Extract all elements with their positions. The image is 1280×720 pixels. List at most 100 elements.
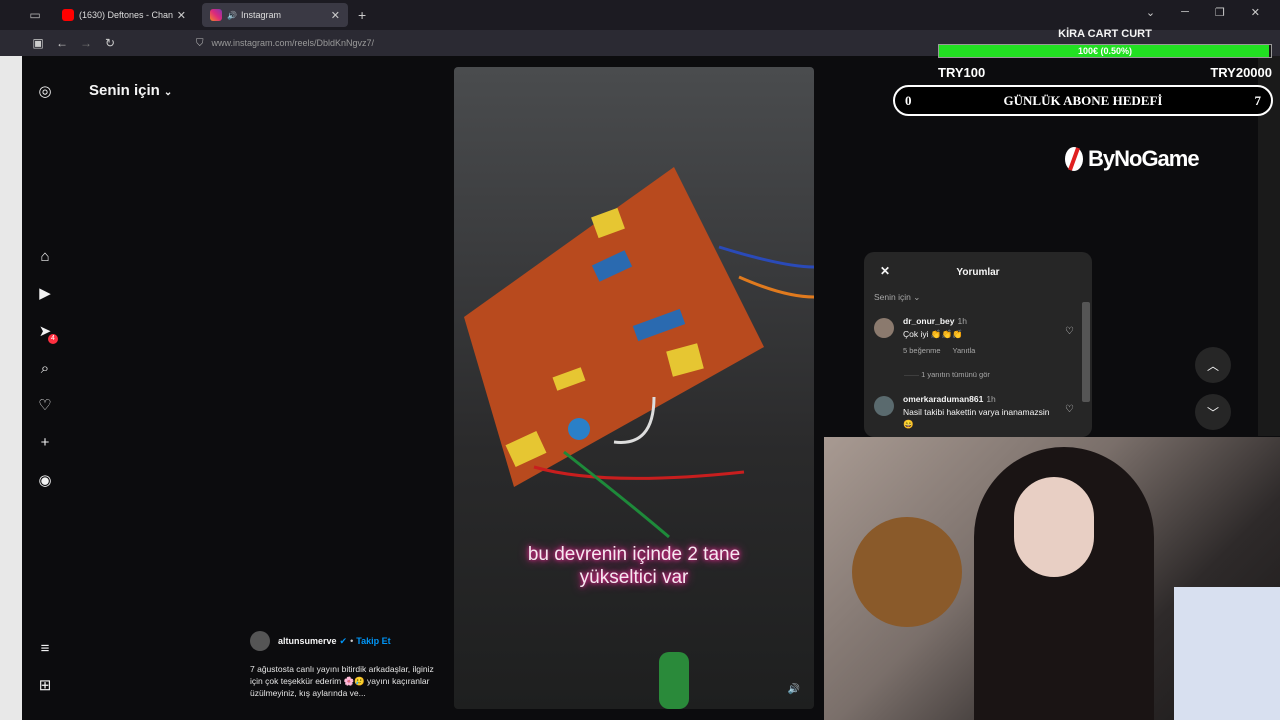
close-icon[interactable]: ✕ xyxy=(880,264,890,278)
tab-title: (1630) Deftones - Change (In Th xyxy=(79,10,173,20)
donation-goal: KİRA CART CURT 100€ (0.50%) TRY100 TRY20… xyxy=(938,28,1272,80)
screen: ▭ (1630) Deftones - Change (In Th ✕ 🔊 In… xyxy=(0,0,1280,720)
commenter-avatar[interactable] xyxy=(874,318,894,338)
reel-video[interactable]: bu devrenin içinde 2 tane yükseltici var… xyxy=(454,67,814,709)
mute-icon[interactable]: 🔊 xyxy=(788,684,800,695)
notification-badge: 4 xyxy=(48,334,58,344)
comment-text: Nasil takibi hakettin varya inanamazsin … xyxy=(903,407,1050,429)
plush-toy xyxy=(852,517,962,627)
url-text: www.instagram.com/reels/DbldKnNgvz7/ xyxy=(211,38,375,48)
back-icon[interactable]: ← xyxy=(50,36,74,50)
feed-selector[interactable]: Senin için ⌄ xyxy=(89,82,172,99)
sub-goal-label: GÜNLÜK ABONE HEDEFİ xyxy=(1003,92,1163,108)
sidebar-toggle-icon[interactable]: ▣ xyxy=(26,36,50,50)
next-reel-button[interactable]: ﹀ xyxy=(1195,394,1231,430)
bynogame-logo-icon xyxy=(1065,147,1083,171)
sub-goal-current: 0 xyxy=(905,92,912,108)
site-info-icon[interactable]: ⛉ xyxy=(196,38,204,49)
verified-icon: ✔ xyxy=(339,635,348,646)
youtube-favicon-icon xyxy=(62,9,74,21)
tab-list-icon[interactable]: ▭ xyxy=(24,4,46,26)
heart-icon[interactable]: ♡ xyxy=(36,396,54,414)
bynogame-logo: ByNoGame xyxy=(1064,146,1200,172)
subscriber-goal: 0 GÜNLÜK ABONE HEDEFİ 7 xyxy=(893,85,1273,116)
chevron-down-icon: ⌄ xyxy=(913,292,921,302)
comment-user[interactable]: dr_onur_bey xyxy=(903,316,955,326)
comment-likes[interactable]: 5 beğenme xyxy=(903,346,941,355)
post-caption[interactable]: 7 ağustosta canlı yayını bitirdik arkada… xyxy=(250,663,435,699)
follow-button[interactable]: Takip Et xyxy=(356,636,390,646)
video-caption-line: bu devrenin içinde 2 tane xyxy=(527,544,741,565)
left-backdrop xyxy=(0,56,22,720)
comments-scrollbar[interactable] xyxy=(1082,302,1090,402)
menu-icon[interactable]: ≡ xyxy=(36,639,54,657)
create-icon[interactable]: + xyxy=(36,433,54,451)
close-window-icon[interactable]: ✕ xyxy=(1251,6,1260,19)
logo-text: ByNoGame xyxy=(1088,146,1200,171)
chevron-up-icon: ︿ xyxy=(1206,358,1219,373)
view-replies-text: 1 yanıtın tümünü gör xyxy=(921,370,990,379)
address-bar[interactable]: ⛉ www.instagram.com/reels/DbldKnNgvz7/ xyxy=(196,33,936,53)
tab-youtube[interactable]: (1630) Deftones - Change (In Th ✕ xyxy=(54,3,194,27)
donation-max: TRY20000 xyxy=(1210,65,1272,80)
webcam-background xyxy=(1174,587,1280,720)
author-name[interactable]: altunsumerve xyxy=(278,636,337,646)
donation-progress-bar: 100€ (0.50%) xyxy=(938,44,1272,58)
forward-icon[interactable]: → xyxy=(74,36,98,50)
comments-panel: ✕ Yorumlar Senin için ⌄ dr_onur_bey 1h Ço… xyxy=(864,252,1092,437)
circuit-board-image xyxy=(464,167,814,709)
comment-item: dr_onur_bey 1h Çok iyi 👏👏👏 5 beğenme Yanıt… xyxy=(864,310,1092,370)
window-controls: ⌄ ─ ❐ ✕ xyxy=(1146,6,1260,19)
home-icon[interactable]: ⌂ xyxy=(36,247,54,265)
commenter-avatar[interactable] xyxy=(874,396,894,416)
webcam-feed xyxy=(824,437,1280,720)
new-tab-icon[interactable]: + xyxy=(358,7,366,23)
tab-overflow-icon[interactable]: ⌄ xyxy=(1146,6,1155,19)
reload-icon[interactable]: ↻ xyxy=(98,36,122,50)
comments-title: Yorumlar xyxy=(956,266,1000,278)
instagram-logo-icon[interactable]: ◎ xyxy=(36,82,54,100)
view-replies-link[interactable]: —— 1 yanıtın tümünü gör xyxy=(864,370,1092,388)
post-author: altunsumerve ✔ • Takip Et xyxy=(250,631,391,651)
like-comment-icon[interactable]: ♡ xyxy=(1065,404,1074,415)
donation-progress-text: 100€ (0.50%) xyxy=(1077,46,1133,56)
instagram-favicon-icon xyxy=(210,9,222,21)
video-caption: bu devrenin içinde 2 tane yükseltici var xyxy=(454,543,814,589)
search-icon[interactable]: ⌕ xyxy=(36,359,54,377)
tab-instagram[interactable]: 🔊 Instagram ✕ xyxy=(202,3,348,27)
feed-title: Senin için xyxy=(89,82,160,99)
minimize-icon[interactable]: ─ xyxy=(1181,6,1189,19)
apps-icon[interactable]: ⊞ xyxy=(36,676,54,694)
reply-line-icon: —— xyxy=(904,370,919,379)
chevron-down-icon: ⌄ xyxy=(163,87,173,98)
sort-label: Senin için xyxy=(874,292,911,302)
like-comment-icon[interactable]: ♡ xyxy=(1065,326,1074,337)
comment-user[interactable]: omerkaraduman861 xyxy=(903,394,983,404)
donation-label: KİRA CART CURT xyxy=(1058,28,1152,40)
donation-min: TRY100 xyxy=(938,65,986,80)
video-caption-line: yükseltici var xyxy=(579,567,689,588)
chevron-down-icon: ﹀ xyxy=(1206,405,1219,420)
close-tab-icon[interactable]: ✕ xyxy=(177,9,186,22)
maximize-icon[interactable]: ❐ xyxy=(1215,6,1225,19)
previous-reel-button[interactable]: ︿ xyxy=(1195,347,1231,383)
comment-item: omerkaraduman861 1h Nasil takibi hakettin… xyxy=(864,388,1092,437)
reels-icon[interactable]: ▶ xyxy=(36,284,54,302)
streamer-face xyxy=(1014,477,1094,577)
comments-sort[interactable]: Senin için ⌄ xyxy=(864,292,1092,310)
sub-goal-target: 7 xyxy=(1254,92,1261,108)
speaker-icon[interactable]: 🔊 xyxy=(227,11,237,20)
messages-icon[interactable]: ➤ 4 xyxy=(36,322,58,344)
comment-meta: 5 beğenme Yanıtla xyxy=(903,346,1082,355)
comment-time: 1h xyxy=(957,316,967,326)
comments-header: ✕ Yorumlar xyxy=(864,252,1092,292)
separator-dot: • xyxy=(350,636,354,646)
tab-title: Instagram xyxy=(240,10,281,20)
reply-button[interactable]: Yanıtla xyxy=(953,346,976,355)
author-avatar[interactable] xyxy=(250,631,270,651)
browser-tab-bar: ▭ (1630) Deftones - Change (In Th ✕ 🔊 In… xyxy=(0,0,1280,30)
comment-text: Çok iyi 👏👏👏 xyxy=(903,329,963,339)
close-tab-icon[interactable]: ✕ xyxy=(331,9,340,22)
profile-avatar[interactable]: ◉ xyxy=(36,471,54,489)
comment-time: 1h xyxy=(986,394,996,404)
